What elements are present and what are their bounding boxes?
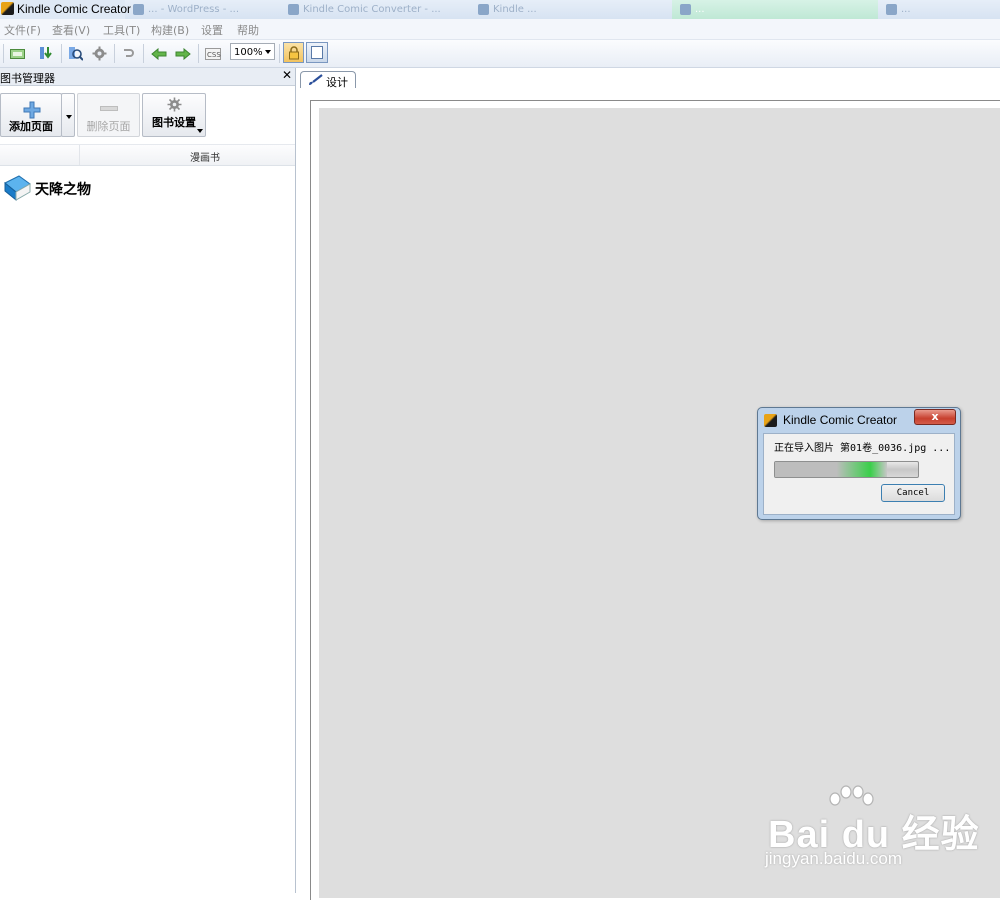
dialog-body: 正在导入图片 第01卷_0036.jpg ... Cancel: [763, 433, 955, 515]
add-page-button[interactable]: 添加页面: [0, 93, 62, 137]
add-page-label: 添加页面: [9, 120, 53, 133]
background-tab[interactable]: ...: [878, 0, 1000, 19]
menu-bar: 文件(F) 查看(V) 工具(T) 构建(B) 设置 帮助: [0, 19, 1000, 40]
svg-text:CSS: CSS: [207, 51, 221, 59]
panel-header: 图书管理器 ✕: [0, 68, 295, 86]
close-icon[interactable]: ✕: [282, 68, 292, 82]
menu-help[interactable]: 帮助: [237, 22, 259, 38]
arrow-right-icon[interactable]: [173, 44, 192, 63]
page-icon: [311, 46, 323, 59]
import-status-text: 正在导入图片 第01卷_0036.jpg ...: [774, 439, 950, 454]
menu-tools[interactable]: 工具(T): [103, 22, 140, 38]
css-icon[interactable]: CSS: [203, 44, 222, 63]
toolbar-separator: [114, 44, 115, 63]
panel-title: 图书管理器: [0, 72, 55, 85]
toolbar-separator: [279, 44, 280, 63]
tab-icon: [133, 3, 144, 15]
book-tree-item[interactable]: 天降之物: [2, 174, 202, 202]
toolbar: CSS 100%: [0, 40, 1000, 68]
delete-page-label: 删除页面: [86, 120, 131, 133]
background-tab[interactable]: Kindle Comic Converter - ...: [280, 0, 474, 19]
dialog-title: Kindle Comic Creator: [783, 413, 898, 427]
menu-settings[interactable]: 设置: [201, 22, 223, 38]
watermark-url: jingyan.baidu.com: [765, 849, 903, 868]
chevron-down-icon: [265, 50, 271, 54]
delete-page-button[interactable]: 删除页面: [77, 93, 140, 137]
book-settings-label: 图书设置: [152, 116, 196, 129]
preview-icon[interactable]: [66, 44, 85, 63]
background-tab-label: ... - WordPress - ...: [148, 4, 240, 15]
zoom-value: 100%: [234, 47, 263, 58]
app-icon: [1, 2, 14, 15]
background-tab-label: Kindle Comic Converter - ...: [303, 4, 441, 15]
tab-design[interactable]: 设计: [300, 71, 356, 89]
redo-icon[interactable]: [119, 44, 138, 63]
background-tab[interactable]: ...: [672, 0, 881, 19]
arrow-left-icon[interactable]: [149, 44, 168, 63]
import-progress-dialog: Kindle Comic Creator x 正在导入图片 第01卷_0036.…: [757, 407, 961, 520]
add-page-dropdown[interactable]: [61, 93, 75, 137]
background-tab[interactable]: ... - WordPress - ...: [125, 0, 284, 19]
menu-view[interactable]: 查看(V): [52, 22, 90, 38]
toolbar-separator: [3, 44, 4, 63]
chevron-down-icon: [197, 129, 203, 133]
title-bar: ... - WordPress - ... Kindle Comic Conve…: [0, 0, 1000, 19]
tab-design-label: 设计: [326, 76, 348, 89]
new-book-icon[interactable]: [8, 44, 27, 63]
chevron-down-icon: [66, 115, 72, 119]
column-header-label: 漫画书: [190, 153, 220, 164]
gear-icon[interactable]: [90, 44, 109, 63]
import-status-prefix: 正在导入图片: [774, 443, 834, 454]
gear-icon: [167, 97, 182, 112]
lock-toggle[interactable]: [283, 42, 304, 63]
tab-icon: [680, 3, 691, 15]
tab-icon: [288, 3, 299, 15]
import-icon[interactable]: [37, 44, 56, 63]
background-tab[interactable]: Kindle ...: [470, 0, 674, 19]
tab-icon: [886, 3, 897, 15]
menu-file[interactable]: 文件(F): [4, 22, 41, 38]
menu-build[interactable]: 构建(B): [151, 22, 189, 38]
column-header: 漫画书: [0, 144, 295, 166]
toolbar-separator: [61, 44, 62, 63]
lock-icon: [288, 45, 299, 59]
brush-icon: [309, 74, 323, 85]
plus-icon: [23, 101, 41, 119]
background-tab-label: ...: [901, 4, 911, 15]
baidu-watermark: Bai du 经验 jingyan.baidu.com: [762, 783, 979, 873]
book-manager-panel: 图书管理器 ✕ 添加页面 删除页面 图书设置 漫画书 天降之物: [0, 68, 296, 893]
cancel-button[interactable]: Cancel: [881, 484, 945, 502]
toolbar-separator: [143, 44, 144, 63]
import-status-file: 第01卷_0036.jpg ...: [840, 443, 951, 454]
toolbar-separator: [198, 44, 199, 63]
book-name: 天降之物: [35, 182, 91, 198]
background-tab-label: ...: [695, 4, 705, 15]
minus-icon: [100, 106, 118, 111]
page-view-toggle[interactable]: [306, 42, 328, 63]
window-title: Kindle Comic Creator: [17, 2, 132, 16]
book-icon: [4, 175, 31, 202]
progress-fill: [775, 462, 887, 477]
column-divider[interactable]: [79, 145, 80, 165]
zoom-select[interactable]: 100%: [230, 43, 275, 60]
tab-icon: [478, 3, 489, 15]
background-tab-label: Kindle ...: [493, 4, 537, 15]
progress-bar: [774, 461, 919, 478]
book-settings-button[interactable]: 图书设置: [142, 93, 206, 137]
app-icon: [764, 414, 777, 427]
dialog-close-button[interactable]: x: [914, 409, 956, 425]
